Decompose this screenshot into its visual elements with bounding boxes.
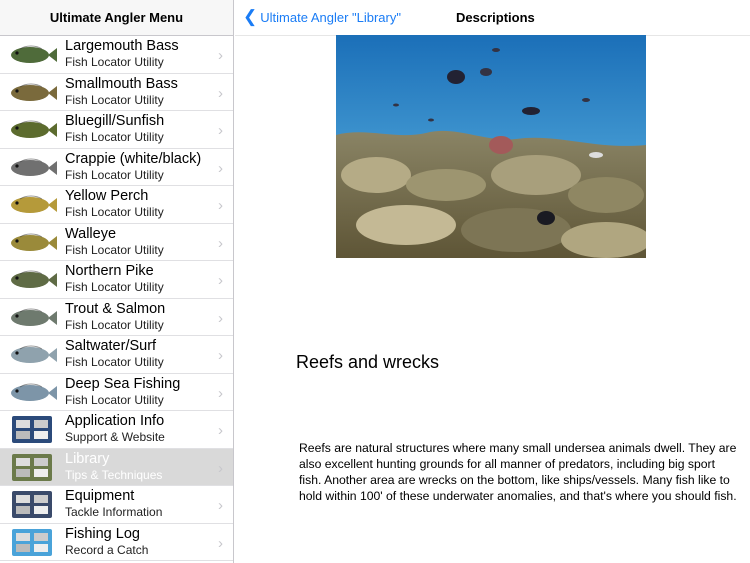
chevron-right-icon: ›	[218, 234, 223, 252]
chevron-right-icon: ›	[218, 384, 223, 402]
chevron-right-icon: ›	[218, 459, 223, 477]
sidebar-item-title: Smallmouth Bass	[65, 75, 178, 92]
sidebar-item-subtitle: Tips & Techniques	[65, 467, 163, 482]
article-heading: Reefs and wrecks	[296, 352, 440, 372]
back-button-label: Ultimate Angler "Library"	[260, 9, 401, 25]
sidebar-item-text: Yellow Perch Fish Locator Utility	[65, 188, 210, 219]
smallmouth-bass-icon	[6, 77, 58, 108]
tackle-box-icon	[6, 489, 58, 520]
sidebar-item-title: Deep Sea Fishing	[65, 375, 181, 392]
sidebar-item-title: Walleye	[65, 225, 117, 242]
sidebar-item-title: Yellow Perch	[65, 188, 149, 204]
detail-header: ❮ Ultimate Angler "Library" Descriptions	[235, 0, 750, 36]
chevron-right-icon: ›	[218, 122, 223, 139]
sidebar-item-subtitle: Support & Website	[65, 430, 165, 444]
sidebar-item-text: Largemouth Bass Fish Locator Utility	[65, 38, 210, 69]
sidebar-item-subtitle: Record a Catch	[65, 542, 149, 557]
sidebar-item-title: Saltwater/Surf	[65, 338, 157, 354]
sidebar-item[interactable]: Smallmouth Bass Fish Locator Utility ›	[0, 74, 233, 111]
walleye-icon	[6, 227, 58, 258]
sidebar-item[interactable]: Largemouth Bass Fish Locator Utility ›	[0, 36, 233, 74]
chevron-right-icon: ›	[218, 497, 223, 514]
detail-pane: ❮ Ultimate Angler "Library" Descriptions	[235, 0, 750, 563]
saltwater-fish-icon	[6, 339, 58, 370]
sidebar-title: Ultimate Angler Menu	[49, 10, 184, 25]
deep-sea-fish-icon	[6, 377, 58, 408]
sidebar-item-title: Crappie (white/black)	[65, 150, 202, 167]
article-body: Reefs are natural structures where many …	[299, 441, 737, 503]
sidebar-item-subtitle: Fish Locator Utility	[65, 92, 164, 107]
library-icon	[6, 452, 58, 483]
sidebar-item-subtitle: Fish Locator Utility	[65, 130, 164, 144]
sidebar-item-subtitle: Fish Locator Utility	[65, 317, 164, 332]
sidebar-item[interactable]: Fishing Log Record a Catch ›	[0, 524, 233, 561]
trout-icon	[6, 302, 58, 333]
page-title: Descriptions	[456, 10, 535, 25]
sidebar: Ultimate Angler Menu Largemouth Bass Fish…	[0, 0, 234, 563]
sidebar-item[interactable]: Deep Sea Fishing Fish Locator Utility ›	[0, 374, 233, 411]
sidebar-item[interactable]: Library Tips & Techniques ›	[0, 448, 233, 486]
sidebar-item-text: Smallmouth Bass Fish Locator Utility	[65, 76, 210, 107]
sidebar-item[interactable]: Walleye Fish Locator Utility ›	[0, 224, 233, 261]
sidebar-item-title: Application Info	[65, 413, 165, 429]
sidebar-item-text: Library Tips & Techniques	[65, 451, 210, 482]
sidebar-item-text: Fishing Log Record a Catch	[65, 526, 210, 557]
sidebar-item-subtitle: Fish Locator Utility	[65, 55, 164, 69]
bluegill-icon	[6, 114, 58, 145]
sidebar-item[interactable]: Yellow Perch Fish Locator Utility ›	[0, 186, 233, 224]
sidebar-item-text: Deep Sea Fishing Fish Locator Utility	[65, 376, 210, 407]
chevron-right-icon: ›	[218, 159, 223, 177]
yellow-perch-icon	[6, 189, 58, 220]
sidebar-item-subtitle: Fish Locator Utility	[65, 392, 164, 407]
sidebar-item-text: Crappie (white/black) Fish Locator Utilit…	[65, 151, 210, 182]
sidebar-item-title: Equipment	[65, 488, 135, 504]
chevron-right-icon: ›	[218, 47, 223, 64]
sidebar-item-title: Fishing Log	[65, 525, 140, 542]
sidebar-item-subtitle: Fish Locator Utility	[65, 167, 164, 182]
underwater-reef-photo	[336, 35, 646, 258]
sidebar-item-title: Trout & Salmon	[65, 300, 166, 317]
sidebar-item[interactable]: Northern Pike Fish Locator Utility ›	[0, 261, 233, 299]
sidebar-item[interactable]: Application Info Support & Website ›	[0, 411, 233, 449]
sidebar-item[interactable]: Crappie (white/black) Fish Locator Utilit…	[0, 149, 233, 186]
chevron-left-icon: ❮	[243, 7, 258, 26]
sidebar-item-title: Largemouth Bass	[65, 38, 179, 54]
sidebar-item-subtitle: Fish Locator Utility	[65, 205, 164, 219]
sidebar-item-subtitle: Fish Locator Utility	[65, 355, 164, 369]
sidebar-item-text: Northern Pike Fish Locator Utility	[65, 263, 210, 294]
chevron-right-icon: ›	[218, 197, 223, 214]
sidebar-item-title: Bluegill/Sunfish	[65, 113, 165, 129]
sidebar-item[interactable]: Trout & Salmon Fish Locator Utility ›	[0, 299, 233, 336]
sidebar-item-subtitle: Tackle Information	[65, 505, 163, 519]
sidebar-item-text: Bluegill/Sunfish Fish Locator Utility	[65, 113, 210, 144]
chevron-right-icon: ›	[218, 84, 223, 102]
sidebar-item[interactable]: Equipment Tackle Information ›	[0, 486, 233, 524]
sidebar-item-subtitle: Fish Locator Utility	[65, 242, 164, 257]
app-info-icon	[6, 414, 58, 445]
chevron-right-icon: ›	[218, 309, 223, 327]
sidebar-item-text: Application Info Support & Website	[65, 413, 210, 444]
sidebar-header: Ultimate Angler Menu	[0, 0, 233, 36]
sidebar-item[interactable]: Bluegill/Sunfish Fish Locator Utility ›	[0, 111, 233, 149]
chevron-right-icon: ›	[218, 422, 223, 439]
sidebar-item-text: Walleye Fish Locator Utility	[65, 226, 210, 257]
fishing-log-icon	[6, 527, 58, 558]
sidebar-item[interactable]: Saltwater/Surf Fish Locator Utility ›	[0, 336, 233, 374]
menu-list: Largemouth Bass Fish Locator Utility › Smal…	[0, 36, 233, 561]
crappie-icon	[6, 152, 58, 183]
sidebar-item-text: Saltwater/Surf Fish Locator Utility	[65, 338, 210, 369]
sidebar-item-text: Trout & Salmon Fish Locator Utility	[65, 301, 210, 332]
chevron-right-icon: ›	[218, 534, 223, 552]
back-button[interactable]: ❮ Ultimate Angler "Library"	[243, 8, 401, 26]
largemouth-bass-icon	[6, 39, 58, 70]
chevron-right-icon: ›	[218, 272, 223, 289]
chevron-right-icon: ›	[218, 347, 223, 364]
sidebar-item-title: Northern Pike	[65, 263, 154, 279]
sidebar-item-subtitle: Fish Locator Utility	[65, 280, 164, 294]
sidebar-item-title: Library	[65, 450, 110, 467]
sidebar-item-text: Equipment Tackle Information	[65, 488, 210, 519]
northern-pike-icon	[6, 264, 58, 295]
